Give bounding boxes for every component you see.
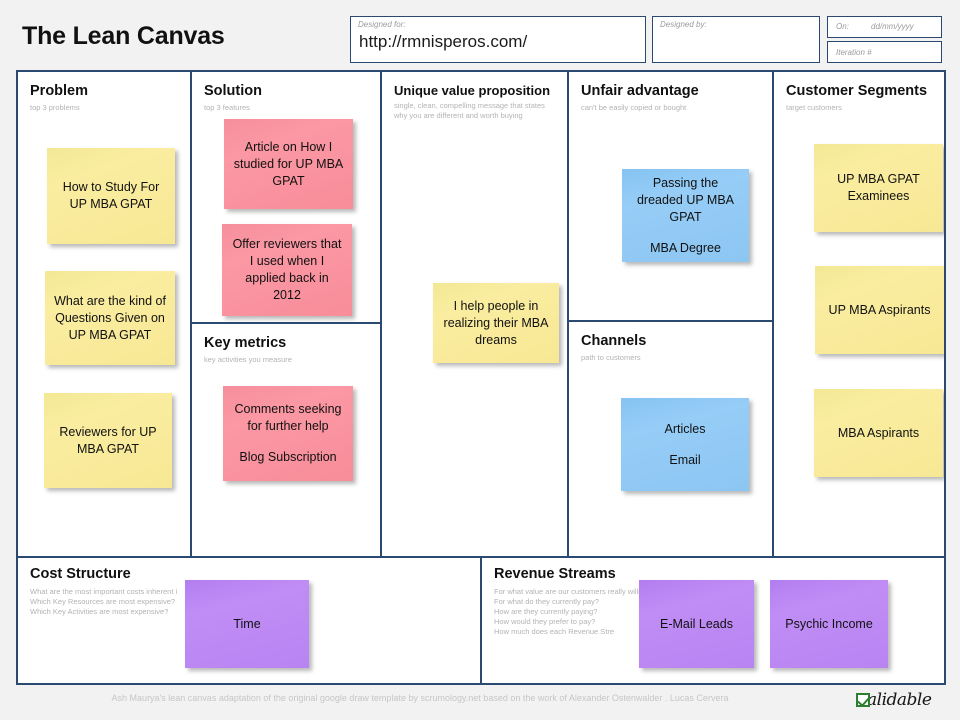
sticky-note[interactable]: Offer reviewers that I used when I appli…: [222, 224, 352, 316]
validable-logo: alidable: [856, 690, 932, 710]
iteration-field[interactable]: Iteration #: [827, 41, 942, 63]
cell-unfair-advantage: Unfair advantage can't be easily copied …: [569, 72, 772, 320]
sticky-note-text-secondary: Email: [669, 452, 701, 467]
cell-hint-uvp: single, clean, compelling message that s…: [394, 101, 545, 120]
sticky-note-text: Article on How I studied for UP MBA GPAT: [233, 139, 344, 188]
lean-canvas-grid: Problem top 3 problems How to Study For …: [16, 70, 946, 685]
sticky-note-text: How to Study For UP MBA GPAT: [62, 180, 160, 211]
sticky-note-text: Offer reviewers that I used when I appli…: [232, 237, 342, 302]
canvas-header: The Lean Canvas Designed for: http://rmn…: [0, 0, 960, 66]
sticky-note-text: Reviewers for UP MBA GPAT: [59, 424, 157, 456]
sticky-note-text: Passing the dreaded UP MBA GPAT: [636, 175, 735, 224]
sticky-note[interactable]: Reviewers for UP MBA GPAT: [44, 393, 172, 488]
logo-wordmark: alidable: [867, 690, 932, 710]
cell-cost-structure: Cost Structure What are the most importa…: [18, 558, 480, 683]
sticky-note-text: Psychic Income: [785, 616, 873, 631]
sticky-note[interactable]: I help people in realizing their MBA dre…: [433, 283, 559, 363]
sticky-note[interactable]: Time: [185, 580, 309, 668]
cell-solution: Solution top 3 features Article on How I…: [192, 72, 380, 322]
sticky-note-text-secondary: Blog Subscription: [239, 450, 337, 464]
designed-for-label: Designed for:: [358, 20, 406, 29]
cell-title-key-metrics: Key metrics: [204, 335, 287, 351]
cell-title-customer-segments: Customer Segments: [786, 83, 928, 99]
cell-customer-segments: Customer Segments target customers UP MB…: [774, 72, 944, 556]
cell-hint-channels: path to customers: [581, 353, 641, 362]
on-date-placeholder: dd/mm/yyyy: [871, 22, 914, 31]
sticky-note-text: E-Mail Leads: [660, 616, 733, 631]
designed-by-label: Designed by:: [660, 20, 707, 29]
cell-hint-problem: top 3 problems: [30, 103, 80, 112]
designed-by-field[interactable]: Designed by:: [652, 16, 820, 63]
on-label: On:: [836, 22, 849, 31]
cell-hint-unfair-advantage: can't be easily copied or bought: [581, 103, 687, 112]
sticky-note[interactable]: UP MBA GPAT Examinees: [814, 144, 943, 232]
sticky-note-text: Articles: [664, 421, 706, 436]
cell-title-unfair-advantage: Unfair advantage: [581, 83, 699, 99]
designed-for-field[interactable]: Designed for: http://rmnisperos.com/: [350, 16, 646, 63]
cell-title-cost-structure: Cost Structure: [30, 566, 131, 582]
sticky-note[interactable]: Articles Email: [621, 398, 749, 491]
checkbox-check-icon: [856, 693, 870, 707]
sticky-note[interactable]: What are the kind of Questions Given on …: [45, 271, 175, 365]
cell-unique-value-proposition: Unique value proposition single, clean, …: [382, 72, 567, 556]
sticky-note[interactable]: E-Mail Leads: [639, 580, 754, 668]
page-title: The Lean Canvas: [22, 22, 225, 50]
iteration-label: Iteration #: [836, 48, 872, 57]
sticky-note-text-secondary: MBA Degree: [650, 240, 721, 255]
sticky-note-text: UP MBA Aspirants: [828, 302, 931, 317]
cell-hint-key-metrics: key activities you measure: [204, 355, 292, 364]
cell-title-problem: Problem: [30, 83, 89, 99]
cell-problem: Problem top 3 problems How to Study For …: [18, 72, 190, 556]
cell-title-revenue-streams: Revenue Streams: [494, 566, 616, 582]
cell-hint-solution: top 3 features: [204, 103, 250, 112]
cell-revenue-streams: Revenue Streams For what value are our c…: [482, 558, 944, 683]
cell-key-metrics: Key metrics key activities you measure C…: [192, 324, 380, 556]
sticky-note-text: Time: [233, 616, 261, 631]
sticky-note[interactable]: MBA Aspirants: [814, 389, 943, 477]
sticky-note[interactable]: How to Study For UP MBA GPAT: [47, 148, 175, 244]
sticky-note[interactable]: Psychic Income: [770, 580, 888, 668]
sticky-note-text: UP MBA GPAT Examinees: [837, 172, 920, 203]
sticky-note-text: MBA Aspirants: [837, 425, 920, 440]
cell-title-solution: Solution: [204, 83, 262, 99]
cell-hint-customer-segments: target customers: [786, 103, 842, 112]
sticky-note[interactable]: Comments seeking for further help Blog S…: [223, 386, 353, 481]
footer-credit: Ash Maurya's lean canvas adaptation of t…: [111, 693, 729, 703]
designed-for-value: http://rmnisperos.com/: [359, 32, 528, 51]
cell-channels: Channels path to customers Articles Emai…: [569, 322, 772, 556]
cell-title-channels: Channels: [581, 333, 647, 349]
sticky-note-text: I help people in realizing their MBA dre…: [443, 298, 549, 347]
on-date-field[interactable]: On: dd/mm/yyyy: [827, 16, 942, 38]
sticky-note[interactable]: Article on How I studied for UP MBA GPAT: [224, 119, 353, 209]
sticky-note[interactable]: UP MBA Aspirants: [815, 266, 944, 354]
sticky-note-text: What are the kind of Questions Given on …: [54, 293, 166, 342]
sticky-note-text: Comments seeking for further help: [234, 402, 342, 433]
sticky-note[interactable]: Passing the dreaded UP MBA GPAT MBA Degr…: [622, 169, 749, 262]
cell-title-uvp: Unique value proposition: [394, 83, 551, 98]
